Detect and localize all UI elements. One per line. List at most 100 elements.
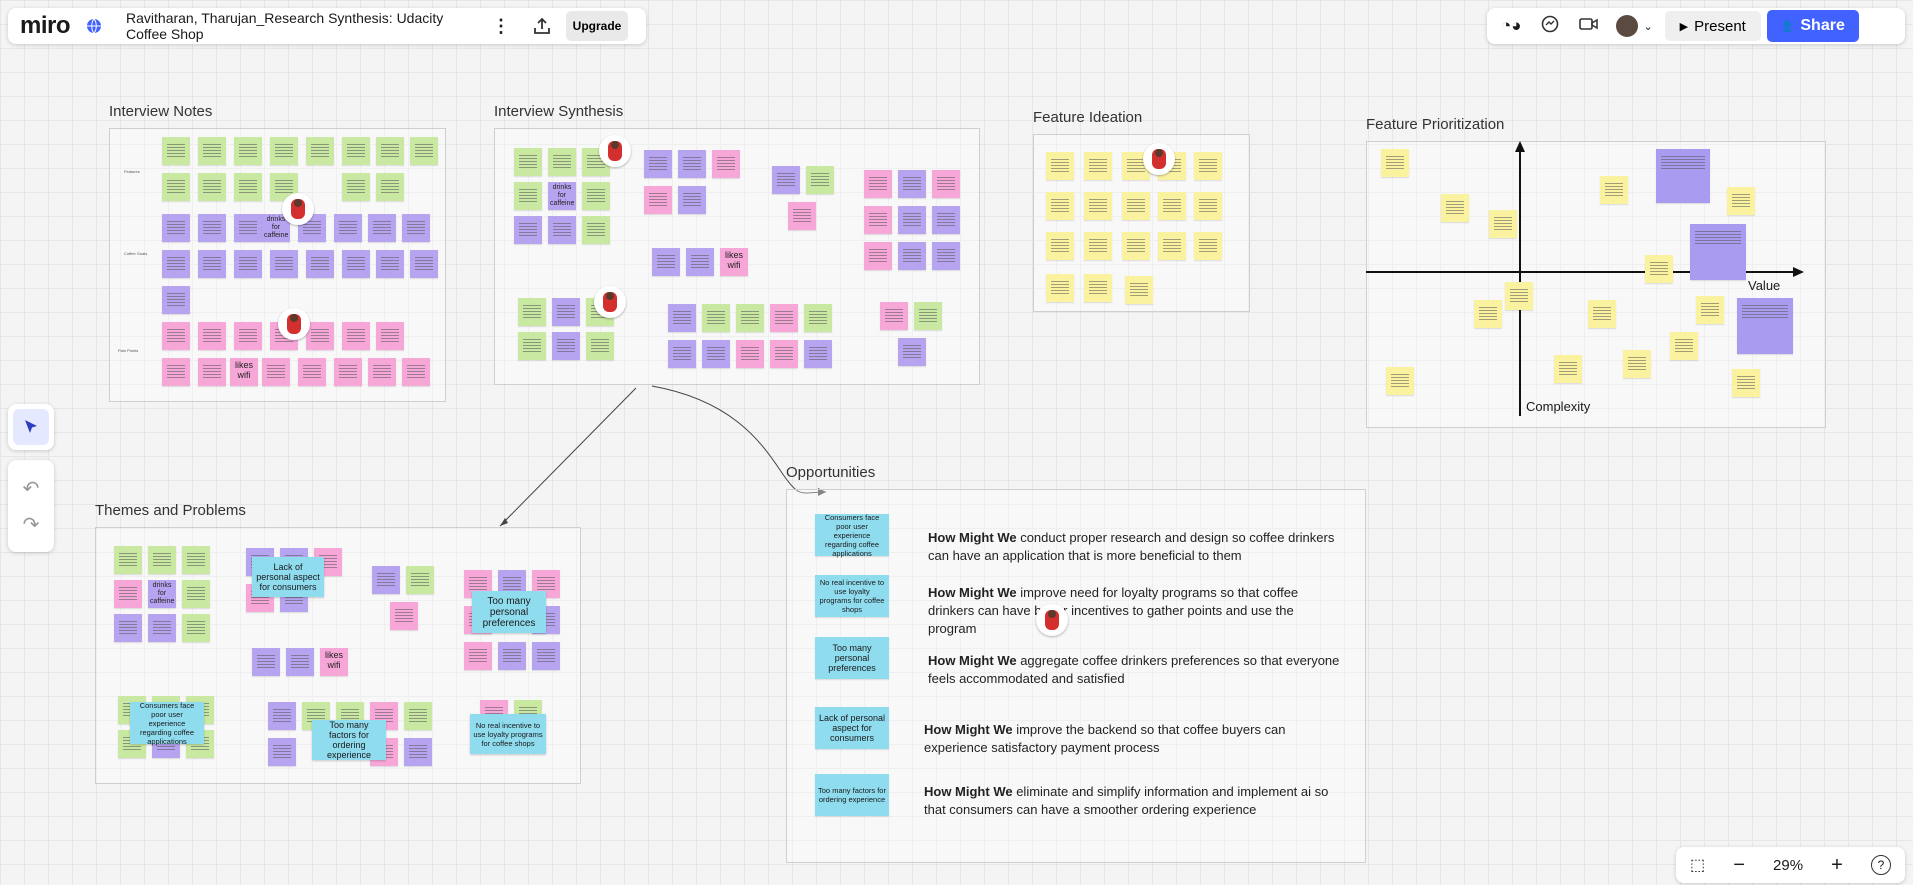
sticky-note[interactable] (1600, 176, 1628, 204)
sticky-note[interactable] (932, 170, 960, 198)
collaborator-avatar[interactable] (1036, 604, 1068, 636)
sticky-note[interactable] (1696, 296, 1724, 324)
sticky-note[interactable] (198, 322, 226, 350)
sticky-note[interactable] (1737, 298, 1793, 354)
sticky-note[interactable] (1122, 192, 1150, 220)
sticky-note[interactable] (162, 214, 190, 242)
sticky-note[interactable] (234, 137, 262, 165)
sticky-note[interactable] (582, 216, 610, 244)
hmw-statement-3[interactable]: How Might We aggregate coffee drinkers p… (928, 652, 1368, 688)
sticky-note[interactable] (552, 332, 580, 360)
sticky-note[interactable] (644, 186, 672, 214)
sticky-note[interactable] (114, 546, 142, 574)
sticky-note[interactable] (162, 250, 190, 278)
sticky-note[interactable] (1489, 210, 1517, 238)
sticky-note[interactable] (234, 173, 262, 201)
sticky-note[interactable] (678, 186, 706, 214)
sticky-note[interactable] (252, 648, 280, 676)
opportunity-note-3[interactable]: Too many personal preferences (815, 637, 889, 679)
sticky-note[interactable] (1046, 192, 1074, 220)
sticky-note[interactable] (342, 173, 370, 201)
sticky-note[interactable] (234, 250, 262, 278)
collaborator-avatar[interactable] (599, 135, 631, 167)
sticky-note[interactable] (404, 738, 432, 766)
sticky-note[interactable] (182, 614, 210, 642)
sticky-note[interactable] (390, 602, 418, 630)
sticky-note[interactable] (514, 182, 542, 210)
hmw-statement-4[interactable]: How Might We improve the backend so that… (924, 721, 1334, 757)
hmw-statement-1[interactable]: How Might We conduct proper research and… (928, 529, 1358, 565)
sticky-note[interactable] (1588, 300, 1616, 328)
theme-note-no-incentive[interactable]: No real incentive to use loyalty program… (470, 714, 546, 754)
sticky-note[interactable] (410, 250, 438, 278)
sticky-note[interactable] (898, 206, 926, 234)
sticky-note[interactable] (518, 332, 546, 360)
sticky-note[interactable] (1125, 276, 1153, 304)
sticky-note[interactable] (148, 614, 176, 642)
sticky-note[interactable] (864, 206, 892, 234)
sticky-note[interactable] (268, 738, 296, 766)
opportunity-note-5[interactable]: Too many factors for ordering experience (815, 774, 889, 816)
sticky-note[interactable] (772, 166, 800, 194)
sticky-note[interactable] (686, 248, 714, 276)
sticky-note[interactable] (198, 358, 226, 386)
sticky-note[interactable] (368, 358, 396, 386)
sticky-note[interactable] (548, 148, 576, 176)
sticky-note[interactable] (652, 248, 680, 276)
sticky-note[interactable] (702, 340, 730, 368)
sticky-note[interactable] (864, 242, 892, 270)
sticky-note[interactable] (404, 702, 432, 730)
sticky-note[interactable] (262, 358, 290, 386)
sticky-note[interactable] (498, 642, 526, 670)
opportunity-note-2[interactable]: No real incentive to use loyalty program… (815, 575, 889, 617)
sticky-note[interactable] (678, 150, 706, 178)
sticky-note[interactable] (806, 166, 834, 194)
theme-note-too-many-preferences[interactable]: Too many personal preferences (472, 591, 546, 633)
sticky-note[interactable] (644, 150, 672, 178)
sticky-note[interactable] (198, 173, 226, 201)
sticky-note[interactable]: drinks for caffeine (148, 580, 176, 608)
theme-note-poor-ux[interactable]: Consumers face poor user experience rega… (130, 701, 204, 746)
sticky-note[interactable] (114, 614, 142, 642)
sticky-note[interactable] (270, 250, 298, 278)
sticky-note[interactable] (342, 322, 370, 350)
sticky-note[interactable] (712, 150, 740, 178)
sticky-note[interactable] (548, 216, 576, 244)
sticky-note[interactable] (286, 648, 314, 676)
sticky-note[interactable] (406, 566, 434, 594)
sticky-note[interactable] (1727, 187, 1755, 215)
sticky-note[interactable] (182, 580, 210, 608)
sticky-note[interactable] (736, 304, 764, 332)
hmw-statement-2[interactable]: How Might We improve need for loyalty pr… (928, 584, 1338, 638)
sticky-note[interactable] (668, 340, 696, 368)
sticky-note[interactable] (898, 242, 926, 270)
sticky-note[interactable] (306, 322, 334, 350)
sticky-note[interactable] (1158, 192, 1186, 220)
sticky-note[interactable] (898, 170, 926, 198)
sticky-note[interactable] (234, 322, 262, 350)
sticky-note[interactable] (182, 546, 210, 574)
sticky-note[interactable] (334, 214, 362, 242)
sticky-note[interactable] (372, 566, 400, 594)
sticky-note[interactable] (298, 358, 326, 386)
sticky-note[interactable] (1386, 367, 1414, 395)
sticky-note[interactable] (702, 304, 730, 332)
sticky-note[interactable] (198, 137, 226, 165)
sticky-note[interactable] (402, 214, 430, 242)
sticky-note[interactable] (376, 250, 404, 278)
sticky-note[interactable] (1084, 192, 1112, 220)
sticky-note[interactable] (1656, 149, 1710, 203)
theme-note-too-many-factors[interactable]: Too many factors for ordering experience (312, 720, 386, 760)
sticky-note[interactable] (1084, 152, 1112, 180)
sticky-note[interactable] (586, 332, 614, 360)
sticky-note[interactable] (464, 642, 492, 670)
sticky-note[interactable] (410, 137, 438, 165)
sticky-note[interactable] (162, 286, 190, 314)
sticky-note[interactable] (1084, 232, 1112, 260)
sticky-note[interactable] (770, 304, 798, 332)
sticky-note[interactable] (880, 302, 908, 330)
opportunity-note-1[interactable]: Consumers face poor user experience rega… (815, 513, 889, 558)
hmw-statement-5[interactable]: How Might We eliminate and simplify info… (924, 783, 1344, 819)
sticky-note[interactable] (1623, 350, 1651, 378)
sticky-note[interactable] (114, 580, 142, 608)
